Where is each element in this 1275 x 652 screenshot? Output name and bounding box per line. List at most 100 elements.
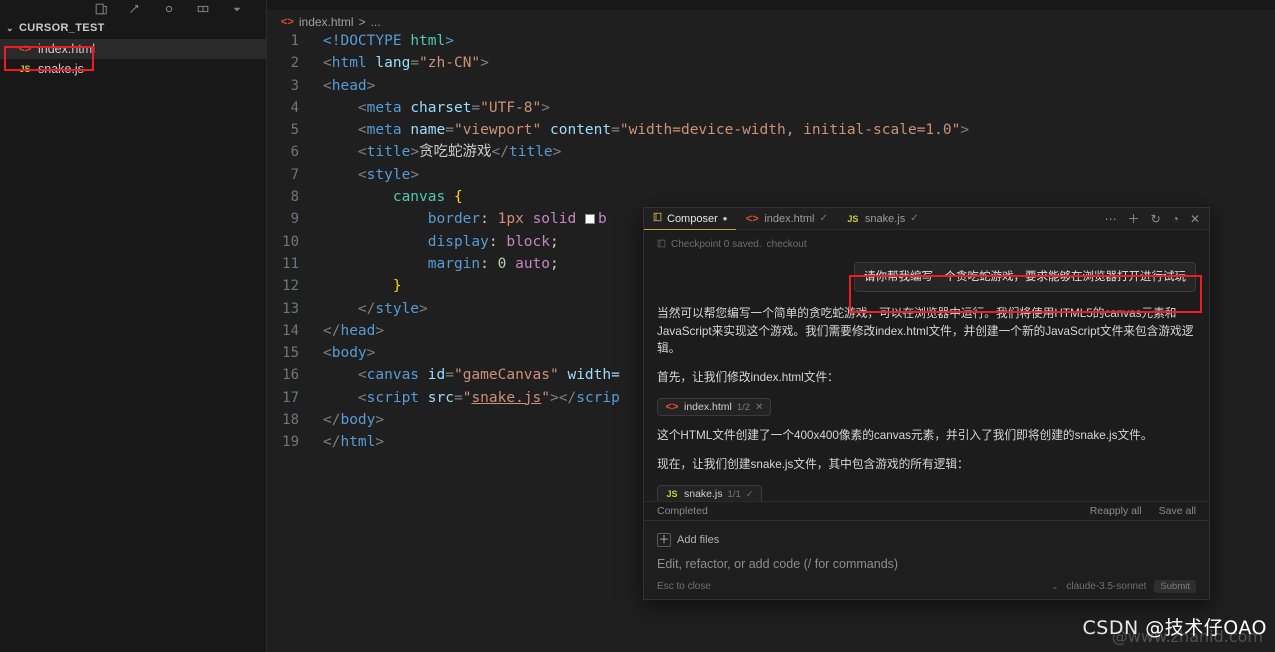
code-line: 2<html lang="zh-CN"> bbox=[267, 52, 1275, 74]
file-chip-index-html[interactable]: <> index.html 1/2 ✕ bbox=[657, 398, 771, 416]
line-number: 2 bbox=[267, 52, 317, 74]
check-icon: ✓ bbox=[910, 213, 918, 224]
add-files-label: Add files bbox=[677, 534, 719, 546]
line-number: 18 bbox=[267, 409, 317, 431]
bookmark-icon bbox=[657, 239, 666, 250]
line-number: 13 bbox=[267, 298, 317, 320]
code-text[interactable]: </html> bbox=[317, 431, 384, 453]
code-text[interactable]: <head> bbox=[317, 75, 375, 97]
file-item-index-html[interactable]: <> index.html bbox=[0, 39, 266, 59]
line-number: 8 bbox=[267, 186, 317, 208]
file-chip-name: index.html bbox=[684, 401, 732, 413]
composer-tab-snake-js[interactable]: JS snake.js ✓ bbox=[837, 208, 928, 230]
composer-header-actions: ⋯ ＋ ↻ ◔ ✕ bbox=[1105, 213, 1209, 225]
watermark-brand: CSDN bbox=[1083, 617, 1139, 639]
line-number: 6 bbox=[267, 141, 317, 163]
collapse-all-icon[interactable] bbox=[196, 2, 210, 16]
checkpoint-row: Checkpoint 0 saved. checkout bbox=[657, 239, 1196, 250]
code-text[interactable]: <script src="snake.js"></scrip bbox=[317, 387, 620, 409]
explorer-toolbar bbox=[0, 0, 266, 17]
line-number: 9 bbox=[267, 208, 317, 230]
html-file-icon: <> bbox=[665, 401, 679, 413]
assistant-paragraph-2: 首先，让我们修改index.html文件： bbox=[657, 369, 1196, 387]
user-message: 请你帮我编写一个贪吃蛇游戏，要求能够在浏览器打开进行试玩 bbox=[854, 262, 1196, 292]
assistant-paragraph-1: 当然可以帮您编写一个简单的贪吃蛇游戏，可以在浏览器中运行。我们将使用HTML5的… bbox=[657, 305, 1196, 358]
code-text[interactable]: <meta charset="UTF-8"> bbox=[317, 97, 550, 119]
file-chip-snake-js[interactable]: JS snake.js 1/1 ✓ bbox=[657, 485, 762, 500]
code-text[interactable]: <meta name="viewport" content="width=dev… bbox=[317, 119, 969, 141]
composer-conversation[interactable]: Checkpoint 0 saved. checkout 请你帮我编写一个贪吃蛇… bbox=[644, 230, 1209, 501]
checkpoint-checkout-link[interactable]: checkout bbox=[767, 239, 807, 250]
composer-input[interactable]: Edit, refactor, or add code (/ for comma… bbox=[657, 557, 1196, 571]
explorer-section-header[interactable]: ⌄ CURSOR_TEST bbox=[0, 17, 266, 39]
line-number: 4 bbox=[267, 97, 317, 119]
chevron-down-icon: ⌄ bbox=[4, 23, 16, 34]
composer-tab-composer[interactable]: Composer • bbox=[644, 208, 736, 230]
code-text[interactable]: <style> bbox=[317, 164, 419, 186]
reapply-all-button[interactable]: Reapply all bbox=[1090, 505, 1142, 517]
more-icon[interactable] bbox=[230, 2, 244, 16]
line-number: 7 bbox=[267, 164, 317, 186]
file-item-snake-js[interactable]: JS snake.js bbox=[0, 59, 266, 79]
line-number: 16 bbox=[267, 364, 317, 386]
composer-icon bbox=[653, 212, 662, 225]
composer-tab-label: Composer bbox=[667, 213, 718, 225]
esc-hint: Esc to close bbox=[657, 581, 711, 592]
sidebar: ⌄ CURSOR_TEST <> index.html JS snake.js bbox=[0, 0, 267, 652]
model-selector[interactable]: claude-3.5-sonnet bbox=[1066, 581, 1146, 592]
code-text[interactable]: <canvas id="gameCanvas" width= bbox=[317, 364, 620, 386]
composer-tab-label: index.html bbox=[764, 213, 814, 225]
code-line: 6 <title>贪吃蛇游戏</title> bbox=[267, 141, 1275, 163]
breadcrumb-file[interactable]: index.html bbox=[299, 15, 354, 29]
code-line: 5 <meta name="viewport" content="width=d… bbox=[267, 119, 1275, 141]
code-line: 7 <style> bbox=[267, 164, 1275, 186]
code-text[interactable]: <!DOCTYPE html> bbox=[317, 30, 454, 52]
code-text[interactable]: border: 1px solid b bbox=[317, 208, 607, 230]
new-file-icon[interactable] bbox=[94, 2, 108, 16]
status-label: Completed bbox=[657, 505, 708, 517]
add-files-button[interactable]: ＋ Add files bbox=[657, 533, 719, 547]
new-folder-icon[interactable] bbox=[128, 2, 142, 16]
csdn-watermark: CSDN @技术仔OAO bbox=[1083, 613, 1267, 640]
js-file-icon: JS bbox=[846, 214, 860, 224]
js-file-icon: JS bbox=[665, 489, 679, 499]
code-text[interactable]: canvas { bbox=[317, 186, 463, 208]
code-line: 3<head> bbox=[267, 75, 1275, 97]
plus-icon[interactable]: ＋ bbox=[1128, 213, 1140, 225]
html-file-icon: <> bbox=[281, 16, 294, 28]
line-number: 10 bbox=[267, 231, 317, 253]
more-icon[interactable]: ⋯ bbox=[1105, 213, 1117, 225]
code-text[interactable]: } bbox=[317, 275, 402, 297]
html-file-icon: <> bbox=[745, 213, 759, 225]
line-number: 12 bbox=[267, 275, 317, 297]
refresh-icon[interactable] bbox=[162, 2, 176, 16]
line-number: 11 bbox=[267, 253, 317, 275]
code-text[interactable]: </head> bbox=[317, 320, 384, 342]
composer-tab-index-html[interactable]: <> index.html ✓ bbox=[736, 208, 837, 230]
code-text[interactable]: display: block; bbox=[317, 231, 559, 253]
composer-status-bar: Completed Reapply all Save all bbox=[644, 501, 1209, 520]
submit-button[interactable]: Submit bbox=[1154, 580, 1196, 593]
code-text[interactable]: </style> bbox=[317, 298, 428, 320]
close-icon[interactable]: ✕ bbox=[1190, 213, 1200, 225]
user-message-row: 请你帮我编写一个贪吃蛇游戏，要求能够在浏览器打开进行试玩 bbox=[657, 262, 1196, 292]
code-text[interactable]: </body> bbox=[317, 409, 384, 431]
refresh-icon[interactable]: ↻ bbox=[1151, 213, 1161, 225]
breadcrumb-ellipsis[interactable]: ... bbox=[371, 15, 381, 29]
file-chip-count: 1/2 bbox=[737, 402, 750, 413]
close-icon[interactable]: ✕ bbox=[755, 402, 763, 413]
history-icon[interactable]: ◔ bbox=[1172, 213, 1179, 225]
file-item-label: index.html bbox=[38, 42, 95, 56]
code-text[interactable]: <title>贪吃蛇游戏</title> bbox=[317, 141, 561, 163]
chevron-down-icon[interactable]: ⌄ bbox=[1052, 582, 1059, 591]
assistant-paragraph-3: 这个HTML文件创建了一个400x400像素的canvas元素，并引入了我们即将… bbox=[657, 427, 1196, 445]
code-text[interactable]: <html lang="zh-CN"> bbox=[317, 52, 489, 74]
code-text[interactable]: margin: 0 auto; bbox=[317, 253, 559, 275]
checkpoint-text: Checkpoint 0 saved. bbox=[671, 239, 762, 250]
code-text[interactable]: <body> bbox=[317, 342, 375, 364]
code-line: 8 canvas { bbox=[267, 186, 1275, 208]
line-number: 14 bbox=[267, 320, 317, 342]
file-item-label: snake.js bbox=[38, 62, 84, 76]
save-all-button[interactable]: Save all bbox=[1159, 505, 1196, 517]
file-chip-name: snake.js bbox=[684, 488, 723, 500]
